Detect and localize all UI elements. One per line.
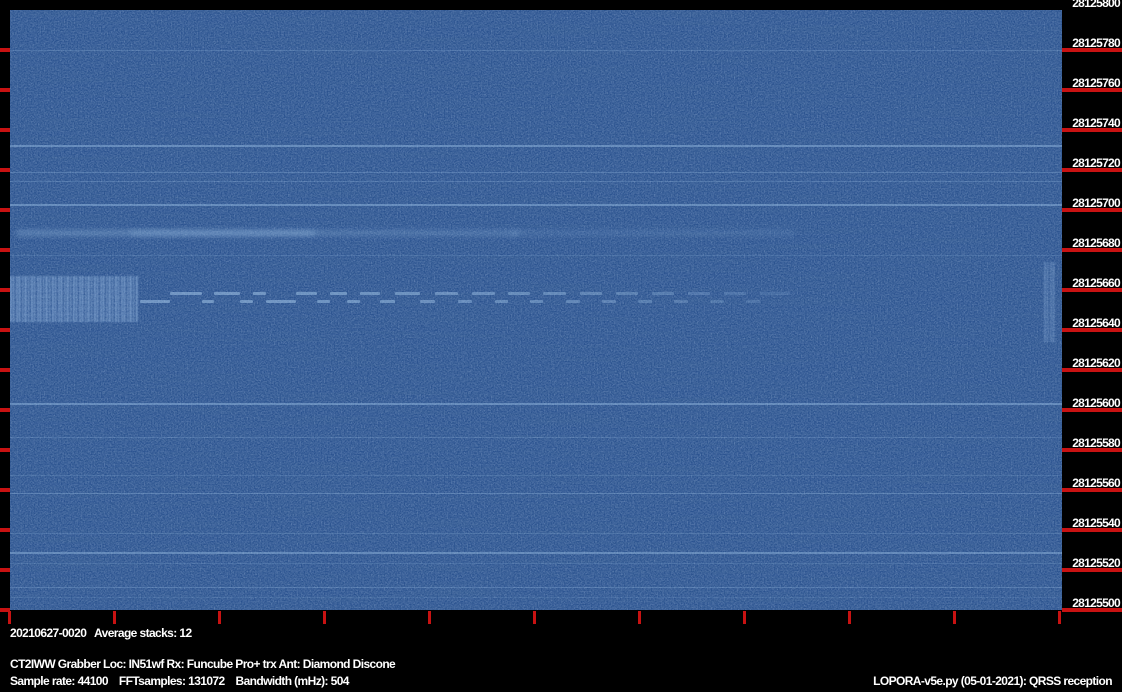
frequency-tick-bar: [1062, 568, 1122, 572]
software-version-text: LOPORA-v5e.py (05-01-2021): QRSS recepti…: [873, 674, 1112, 688]
left-tick: [0, 448, 10, 452]
fsk-signal-segment: [214, 292, 240, 295]
left-tick: [0, 168, 10, 172]
frequency-tick-bar: [1062, 488, 1122, 492]
left-tick: [0, 248, 10, 252]
weak-signal-band: [510, 230, 795, 236]
frequency-tick-bar: [1062, 288, 1122, 292]
fsk-signal-segment: [380, 300, 395, 303]
spectrogram-area: [10, 10, 1062, 610]
frequency-tick-bar: [1062, 248, 1122, 252]
fsk-signal-segment: [240, 300, 253, 303]
fsk-signal-segment: [530, 300, 543, 303]
left-tick: [0, 88, 10, 92]
fsk-signal-segment: [435, 292, 458, 295]
bottom-tick: [323, 611, 326, 624]
fsk-signal-segment: [580, 292, 602, 295]
frequency-tick-bar: [1062, 328, 1122, 332]
fsk-signal-segment: [508, 292, 530, 295]
weak-signal-band: [130, 230, 520, 236]
frequency-tick-bar: [1062, 128, 1122, 132]
bottom-tick: [428, 611, 431, 624]
fsk-signal-segment: [724, 292, 746, 295]
fsk-signal-segment: [202, 300, 214, 303]
fsk-signal-segment: [296, 292, 317, 295]
bottom-tick: [638, 611, 641, 624]
fsk-signal-segment: [602, 300, 616, 303]
fsk-signal-segment: [420, 300, 435, 303]
fsk-signal-segment: [652, 292, 674, 295]
frequency-tick-bar: [1062, 208, 1122, 212]
fsk-signal-segment: [330, 292, 347, 295]
bottom-tick: [743, 611, 746, 624]
left-tick: [0, 48, 10, 52]
frequency-tick-bar: [1062, 408, 1122, 412]
fsk-signal-segment: [140, 300, 170, 303]
fsk-signal-segment: [746, 300, 760, 303]
left-tick: [0, 368, 10, 372]
fsk-signal-segment: [253, 292, 266, 295]
fsk-signal-segment: [472, 292, 495, 295]
fsk-signal-segment: [710, 300, 724, 303]
fsk-signal-segment: [170, 292, 202, 295]
left-tick: [0, 128, 10, 132]
frequency-tick-bar: [1062, 168, 1122, 172]
left-tick: [0, 288, 10, 292]
settings-info-text: Sample rate: 44100 FFTsamples: 131072 Ba…: [10, 674, 349, 688]
fsk-signal-segment: [360, 292, 380, 295]
fsk-signal-segment: [266, 300, 296, 303]
fsk-signal-segment: [616, 292, 638, 295]
static-noise-burst: [1044, 262, 1056, 342]
left-tick: [0, 528, 10, 532]
left-tick: [0, 328, 10, 332]
station-info-text: CT2IWW Grabber Loc: IN51wf Rx: Funcube P…: [10, 657, 396, 671]
fsk-signal-segment: [347, 300, 360, 303]
bottom-tick: [848, 611, 851, 624]
frequency-tick-bar: [1062, 88, 1122, 92]
bottom-tick: [8, 611, 11, 624]
static-noise-burst: [10, 276, 138, 322]
frequency-tick-bar: [1062, 448, 1122, 452]
fsk-signal-segment: [495, 300, 508, 303]
bottom-tick: [953, 611, 956, 624]
fsk-signal-segment: [688, 292, 710, 295]
frequency-tick-bar: [1062, 608, 1122, 612]
frequency-label: 28125800: [1072, 0, 1120, 10]
bottom-tick: [218, 611, 221, 624]
fsk-signal-segment: [674, 300, 688, 303]
frequency-tick-bar: [1062, 368, 1122, 372]
signal-trace-layer: [10, 10, 1062, 610]
bottom-tick: [1058, 611, 1061, 624]
fsk-signal-segment: [458, 300, 472, 303]
fsk-signal-segment: [566, 300, 580, 303]
left-tick: [0, 568, 10, 572]
bottom-tick: [113, 611, 116, 624]
fsk-signal-segment: [543, 292, 566, 295]
fsk-signal-segment: [317, 300, 330, 303]
frequency-tick-bar: [1062, 528, 1122, 532]
left-tick: [0, 408, 10, 412]
fsk-signal-segment: [638, 300, 652, 303]
left-tick: [0, 488, 10, 492]
frequency-tick-bar: [1062, 48, 1122, 52]
left-tick: [0, 208, 10, 212]
fsk-signal-segment: [760, 292, 790, 295]
timestamp-and-stacks-text: 20210627-0020 Average stacks: 12: [10, 626, 192, 640]
qrss-grabber-screenshot: 28125800 28125780 28125760 28125740 28125720…: [0, 0, 1122, 692]
bottom-tick: [533, 611, 536, 624]
fsk-signal-segment: [395, 292, 420, 295]
